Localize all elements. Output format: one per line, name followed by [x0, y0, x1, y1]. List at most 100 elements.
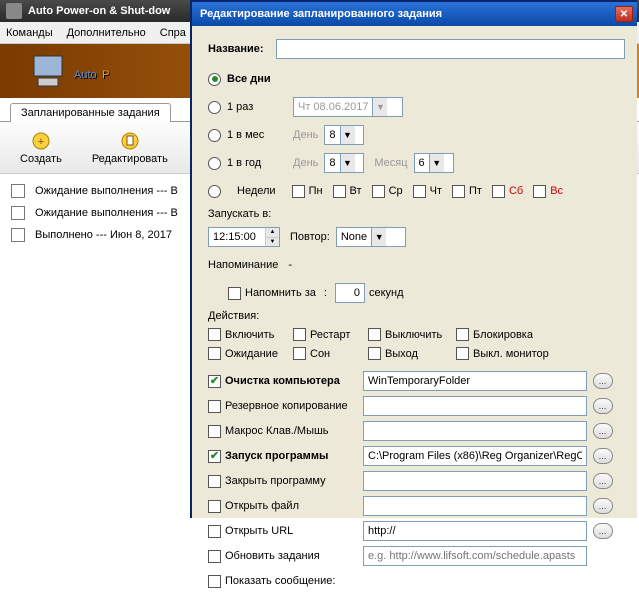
edit-button[interactable]: Редактировать	[92, 131, 168, 165]
reminder-label: Напоминание	[208, 259, 278, 271]
time-spinner[interactable]: ▲▼	[208, 227, 280, 247]
radio-monthly-label: 1 в мес	[227, 129, 279, 141]
prog-label: Запуск программы	[225, 450, 328, 462]
chk-poweron[interactable]	[208, 328, 221, 341]
year-month-combo[interactable]: 6▼	[414, 153, 454, 173]
edit-label: Редактировать	[92, 153, 168, 165]
once-date-combo[interactable]: Чт 08.06.2017▼	[293, 97, 403, 117]
radio-monthly[interactable]	[208, 129, 221, 142]
prog-value-input[interactable]	[363, 521, 587, 541]
radio-weekly[interactable]	[208, 185, 221, 198]
menu-help[interactable]: Спра	[160, 27, 186, 39]
prog-value-input[interactable]	[363, 421, 587, 441]
close-button[interactable]: ✕	[615, 6, 633, 22]
list-text: Ожидание выполнения --- В	[35, 185, 178, 197]
month-day-combo[interactable]: 8▼	[324, 125, 364, 145]
dialog-title: Редактирование запланированного задания	[200, 8, 442, 20]
chk-prog-4[interactable]	[208, 475, 221, 488]
list-checkbox[interactable]	[11, 228, 25, 242]
month-label: Месяц	[374, 157, 407, 169]
repeat-combo[interactable]: None▼	[336, 227, 406, 247]
prog-label: Закрыть программу	[225, 475, 326, 487]
chk-monitor-off[interactable]	[456, 347, 469, 360]
browse-button[interactable]: …	[593, 398, 613, 414]
radio-yearly-label: 1 в год	[227, 157, 279, 169]
chk-prog-1[interactable]	[208, 400, 221, 413]
chk-mon[interactable]	[292, 185, 305, 198]
menu-extra[interactable]: Дополнительно	[67, 27, 146, 39]
chk-prog-2[interactable]	[208, 425, 221, 438]
prog-value-input[interactable]	[363, 496, 587, 516]
radio-once-label: 1 раз	[227, 101, 279, 113]
name-input[interactable]	[276, 39, 625, 59]
window-title: Auto Power-on & Shut-dow	[28, 5, 170, 17]
chk-prog-0[interactable]	[208, 375, 221, 388]
chk-tue[interactable]	[333, 185, 346, 198]
create-label: Создать	[20, 153, 62, 165]
chk-remind[interactable]	[228, 287, 241, 300]
prog-value-input[interactable]	[363, 446, 587, 466]
chk-sleep[interactable]	[293, 347, 306, 360]
list-text: Выполнено --- Июн 8, 2017	[35, 229, 172, 241]
prog-value-input[interactable]	[363, 546, 587, 566]
chk-wed[interactable]	[372, 185, 385, 198]
dialog-title-bar: Редактирование запланированного задания …	[192, 2, 637, 26]
chk-prog-7[interactable]	[208, 550, 221, 563]
chk-prog-3[interactable]	[208, 450, 221, 463]
remind-seconds-input[interactable]	[335, 283, 365, 303]
program-row: Запуск программы …	[208, 445, 625, 467]
chk-thu[interactable]	[413, 185, 426, 198]
spin-up-icon[interactable]: ▲	[265, 228, 279, 238]
year-day-combo[interactable]: 8▼	[324, 153, 364, 173]
program-row: Показать сообщение:	[208, 570, 625, 592]
program-row: Очистка компьютера …	[208, 370, 625, 392]
create-icon: +	[31, 131, 51, 151]
chk-logoff[interactable]	[368, 347, 381, 360]
time-input[interactable]	[209, 228, 265, 246]
browse-button[interactable]: …	[593, 448, 613, 464]
chk-standby[interactable]	[208, 347, 221, 360]
radio-yearly[interactable]	[208, 157, 221, 170]
prog-label: Открыть файл	[225, 500, 299, 512]
browse-button[interactable]: …	[593, 423, 613, 439]
tab-scheduled[interactable]: Запланированные задания	[10, 103, 171, 122]
chk-sun[interactable]	[533, 185, 546, 198]
prog-value-input[interactable]	[363, 396, 587, 416]
chevron-down-icon: ▼	[371, 228, 386, 246]
chk-shutdown[interactable]	[368, 328, 381, 341]
browse-button[interactable]: …	[593, 523, 613, 539]
chk-prog-5[interactable]	[208, 500, 221, 513]
actions-grid: Включить Рестарт Выключить Блокировка Ож…	[208, 328, 625, 360]
radio-all-days-label: Все дни	[227, 73, 271, 85]
create-button[interactable]: + Создать	[20, 131, 62, 165]
list-checkbox[interactable]	[11, 206, 25, 220]
radio-once[interactable]	[208, 101, 221, 114]
repeat-label: Повтор:	[290, 231, 330, 243]
actions-label: Действия:	[208, 310, 625, 322]
app-icon	[6, 3, 22, 19]
banner-computer-icon	[30, 52, 66, 90]
chk-fri[interactable]	[452, 185, 465, 198]
browse-button[interactable]: …	[593, 498, 613, 514]
prog-value-input[interactable]	[363, 371, 587, 391]
chk-prog-6[interactable]	[208, 525, 221, 538]
chk-sat[interactable]	[492, 185, 505, 198]
program-row: Открыть URL…	[208, 520, 625, 542]
list-checkbox[interactable]	[11, 184, 25, 198]
chk-lock[interactable]	[456, 328, 469, 341]
menu-commands[interactable]: Команды	[6, 27, 53, 39]
prog-label: Очистка компьютера	[225, 375, 340, 387]
list-text: Ожидание выполнения --- В	[35, 207, 178, 219]
prog-value-input[interactable]	[363, 471, 587, 491]
radio-all-days[interactable]	[208, 73, 221, 86]
prog-label: Резервное копирование	[225, 400, 348, 412]
chk-prog-8[interactable]	[208, 575, 221, 588]
day-label-2: День	[293, 157, 318, 169]
chk-restart[interactable]	[293, 328, 306, 341]
run-at-label: Запускать в:	[208, 208, 625, 220]
browse-button[interactable]: …	[593, 473, 613, 489]
edit-task-dialog: Редактирование запланированного задания …	[190, 0, 637, 518]
spin-down-icon[interactable]: ▼	[265, 238, 279, 247]
browse-button[interactable]: …	[593, 373, 613, 389]
remind-unit: секунд	[369, 287, 404, 299]
